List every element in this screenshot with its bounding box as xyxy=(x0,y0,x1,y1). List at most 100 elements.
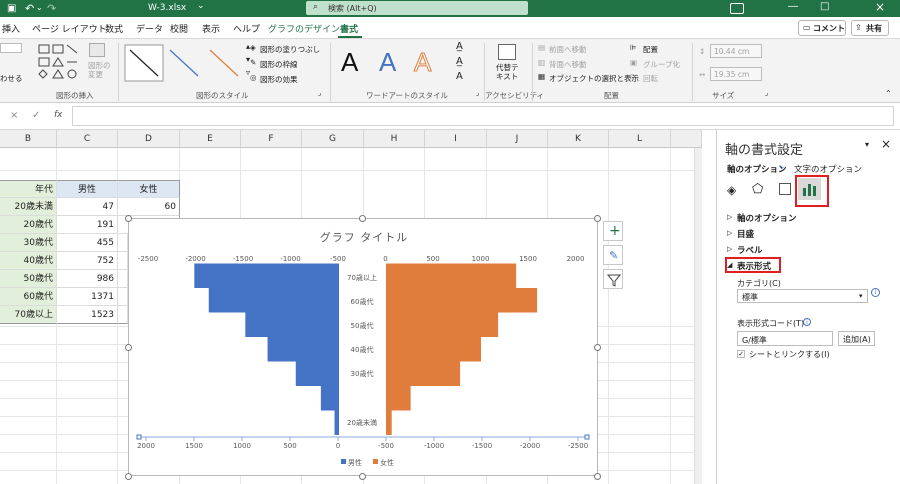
table-row-label[interactable]: 60歳代 xyxy=(0,288,57,306)
undo-dropdown-icon[interactable]: ⌄ xyxy=(36,3,43,12)
tab-review[interactable]: 校閲 xyxy=(170,22,188,35)
shape-style-gallery[interactable] xyxy=(124,44,244,82)
table-row-label[interactable]: 30歳代 xyxy=(0,234,57,252)
shape-effects-button[interactable]: 図形の効果 xyxy=(260,74,298,85)
tab-help[interactable]: ヘルプ xyxy=(233,22,260,35)
expand-icon[interactable]: ▷ xyxy=(727,229,732,237)
group-button[interactable]: グループ化 xyxy=(643,59,680,70)
account-icon[interactable] xyxy=(730,3,744,14)
column-header-c[interactable]: C xyxy=(57,130,118,148)
size-props-icon[interactable] xyxy=(779,183,791,195)
restore-icon[interactable]: □ xyxy=(820,1,829,12)
align-icon[interactable]: ⊫ xyxy=(630,43,637,52)
table-cell-female[interactable] xyxy=(118,252,128,270)
section-tick-marks[interactable]: 目盛 xyxy=(737,228,754,240)
chart-area[interactable]: グラフ タイトル -2500 -2000 -1500 -1000 -500 0 500 100… xyxy=(128,218,598,476)
header-cell-male[interactable]: 男性 xyxy=(57,180,118,198)
pentagon-icon[interactable]: ⬠ xyxy=(752,182,763,197)
tab-formulas[interactable]: 数式 xyxy=(105,22,123,35)
table-cell-male[interactable]: 1371 xyxy=(57,288,118,306)
link-checkbox[interactable]: ✓ xyxy=(737,350,745,358)
collapse-ribbon-icon[interactable]: ⌃ xyxy=(885,89,892,98)
selection-pane-icon[interactable]: ▦ xyxy=(538,72,545,81)
rotate-icon[interactable]: ⟳ xyxy=(630,72,636,81)
height-input[interactable]: 10.44 cm xyxy=(710,44,762,58)
column-header-g[interactable]: G xyxy=(302,130,364,148)
chart-elements-button[interactable]: + xyxy=(603,221,623,241)
info-icon[interactable]: i xyxy=(871,288,880,297)
category-select[interactable]: 標準 ▾ xyxy=(737,289,868,303)
column-header-j[interactable]: J xyxy=(487,130,548,148)
table-cell-male[interactable]: 986 xyxy=(57,270,118,288)
table-cell-male[interactable]: 1523 xyxy=(57,306,118,324)
wordart-blue-sample[interactable]: A xyxy=(379,47,396,78)
fill-icon[interactable]: ◈ xyxy=(727,183,736,197)
section-axis-options[interactable]: 軸のオプション xyxy=(737,212,797,224)
tab-chart-design[interactable]: グラフのデザイン xyxy=(268,22,340,35)
shape-effects-icon[interactable]: ◎ xyxy=(250,73,257,82)
resize-handle-n[interactable] xyxy=(359,215,366,222)
column-header-e[interactable]: E xyxy=(180,130,241,148)
chevron-down-icon[interactable]: ⌄ xyxy=(197,1,205,11)
column-header-k[interactable]: K xyxy=(548,130,609,148)
send-backward-button[interactable]: 背面へ移動 xyxy=(549,59,587,70)
shape-outline-icon[interactable]: ✎ xyxy=(250,58,256,67)
cancel-icon[interactable]: × xyxy=(10,110,18,121)
comment-button[interactable]: ▭ コメント xyxy=(798,20,846,36)
resize-handle-sw[interactable] xyxy=(125,473,132,480)
pane-close-icon[interactable]: × xyxy=(881,137,891,151)
table-cell-female[interactable] xyxy=(118,306,128,324)
chevron-down-icon[interactable]: ⌄ xyxy=(778,162,786,172)
column-header-b[interactable]: B xyxy=(0,130,57,148)
resize-handle-se[interactable] xyxy=(594,473,601,480)
share-button[interactable]: ⇪ 共有 xyxy=(851,20,889,36)
text-fill-icon[interactable]: A̲ xyxy=(456,41,463,52)
column-header-f[interactable]: F xyxy=(241,130,302,148)
dialog-launcher-icon[interactable]: ⌟ xyxy=(476,89,479,97)
table-cell-female[interactable]: 60 xyxy=(118,198,180,216)
tab-format[interactable]: 書式 xyxy=(340,22,358,35)
table-cell-female[interactable] xyxy=(118,270,128,288)
save-icon[interactable]: ▣ xyxy=(7,3,16,14)
pane-options-dropdown-icon[interactable]: ▾ xyxy=(865,140,869,149)
dialog-launcher-icon[interactable]: ⌟ xyxy=(318,89,321,97)
shapes-gallery[interactable] xyxy=(37,43,87,81)
align-button[interactable]: 配置 xyxy=(643,44,658,55)
table-row-label[interactable]: 20歳代 xyxy=(0,216,57,234)
table-cell-male[interactable]: 191 xyxy=(57,216,118,234)
table-row-label[interactable]: 40歳代 xyxy=(0,252,57,270)
shape-outline-button[interactable]: 図形の枠線 xyxy=(260,59,298,70)
add-button[interactable]: 追加(A) xyxy=(838,331,875,346)
minimize-icon[interactable]: ― xyxy=(788,1,798,12)
alt-text-button[interactable]: 代替テ キスト xyxy=(496,63,519,81)
shape-fill-button[interactable]: 図形の塗りつぶし xyxy=(260,44,320,55)
resize-handle-e[interactable] xyxy=(594,344,601,351)
table-row-label[interactable]: 20歳未満 xyxy=(0,198,57,216)
function-icon[interactable]: fx xyxy=(54,110,63,120)
table-cell-male[interactable]: 47 xyxy=(57,198,118,216)
table-row-label[interactable]: 70歳以上 xyxy=(0,306,57,324)
text-outline-icon[interactable]: A̲ xyxy=(456,56,463,67)
column-header-l[interactable]: L xyxy=(609,130,671,148)
bring-forward-icon[interactable]: ▤ xyxy=(538,43,545,52)
send-backward-icon[interactable]: ▥ xyxy=(538,58,545,67)
bring-forward-button[interactable]: 前面へ移動 xyxy=(549,44,587,55)
wordart-orange-sample[interactable]: A xyxy=(413,47,431,78)
resize-handle-ne[interactable] xyxy=(594,215,601,222)
resize-handle-s[interactable] xyxy=(359,473,366,480)
undo-icon[interactable]: ↶ xyxy=(25,2,34,15)
table-cell-male[interactable]: 752 xyxy=(57,252,118,270)
resize-handle-nw[interactable] xyxy=(125,215,132,222)
column-header-m[interactable] xyxy=(671,130,702,148)
group-icon[interactable]: ▣ xyxy=(630,58,637,67)
table-cell-female[interactable] xyxy=(118,234,128,252)
enter-icon[interactable]: ✓ xyxy=(32,110,40,121)
expand-icon[interactable]: ▷ xyxy=(727,213,732,221)
table-cell-female[interactable] xyxy=(118,288,128,306)
tab-insert[interactable]: 挿入 xyxy=(2,22,20,35)
width-input[interactable]: 19.35 cm xyxy=(710,67,762,81)
wordart-black-sample[interactable]: A xyxy=(341,47,358,78)
header-cell-female[interactable]: 女性 xyxy=(118,180,180,198)
change-shape-icon[interactable] xyxy=(89,43,105,57)
column-header-d[interactable]: D xyxy=(118,130,180,148)
